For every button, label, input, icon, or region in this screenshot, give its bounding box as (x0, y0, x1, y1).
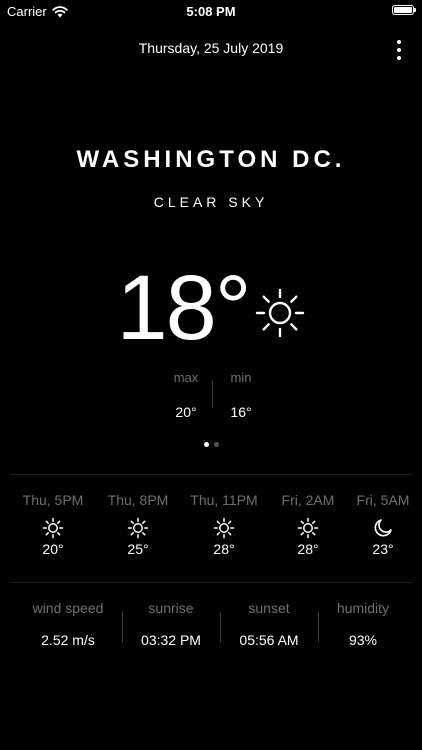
forecast-time: Thu, 5PM (22, 492, 84, 508)
current-temperature: 18° (116, 257, 251, 359)
forecast-temp: 28° (213, 541, 235, 557)
detail-item: sunset 05:56 AM (219, 600, 319, 648)
detail-divider (318, 612, 319, 642)
detail-item: wind speed 2.52 m/s (18, 600, 118, 648)
sun-icon (213, 517, 235, 539)
city-name: WASHINGTON DC. (76, 146, 346, 173)
detail-value: 05:56 AM (239, 632, 299, 648)
min-label: min (230, 370, 252, 385)
detail-label: humidity (336, 600, 390, 616)
status-right (392, 5, 416, 15)
detail-label: sunrise (148, 600, 194, 616)
moon-icon (374, 519, 392, 537)
detail-value: 2.52 m/s (41, 632, 95, 648)
detail-item: humidity 93% (313, 600, 413, 648)
detail-item: sunrise 03:32 PM (121, 600, 221, 648)
sun-icon (42, 517, 64, 539)
forecast-temp: 23° (372, 541, 394, 557)
forecast-time: Thu, 8PM (107, 492, 169, 508)
weather-details: wind speed 2.52 m/s sunrise 03:32 PM sunset 0… (0, 600, 422, 660)
hourly-forecast[interactable]: Thu, 5PM 20° Thu, 8PM 25° Thu, 11PM 28° Fri, 2… (0, 492, 422, 572)
page-indicator[interactable] (0, 442, 422, 447)
forecast-item[interactable]: Fri, 5AM 23° (338, 492, 422, 557)
max-value: 20° (175, 404, 197, 420)
divider-bottom (10, 582, 412, 583)
forecast-temp: 25° (127, 541, 149, 557)
more-vertical-icon-dot (397, 56, 401, 60)
min-max-divider (212, 380, 213, 408)
forecast-item[interactable]: Thu, 11PM 28° (179, 492, 269, 557)
sun-icon (255, 288, 304, 338)
battery-icon (392, 5, 416, 15)
min-max-panel: max 20° min 16° (166, 368, 258, 428)
page-dot[interactable] (203, 442, 209, 447)
detail-value: 03:32 PM (141, 632, 201, 648)
forecast-time: Thu, 11PM (190, 492, 258, 508)
forecast-time: Fri, 5AM (356, 492, 410, 508)
sun-icon (127, 517, 149, 539)
detail-divider (220, 612, 221, 642)
max-label: max (173, 370, 199, 385)
detail-value: 93% (348, 632, 378, 648)
forecast-item[interactable]: Thu, 5PM 20° (8, 492, 98, 557)
more-options-button[interactable] (394, 40, 404, 60)
forecast-item[interactable]: Thu, 8PM 25° (93, 492, 183, 557)
forecast-temp: 20° (42, 541, 64, 557)
current-temperature-row: 18° (0, 258, 422, 358)
divider-top (10, 474, 412, 475)
detail-divider (122, 612, 123, 642)
min-temperature: min 16° (221, 368, 261, 420)
max-temperature: max 20° (166, 368, 206, 420)
min-value: 16° (230, 404, 252, 420)
weather-condition: CLEAR SKY (153, 194, 269, 210)
status-bar: Carrier 5:08 PM (0, 0, 422, 22)
page-dot[interactable] (213, 442, 219, 447)
battery-level (394, 7, 412, 13)
more-vertical-icon-dot (397, 48, 401, 52)
sun-icon (297, 517, 319, 539)
status-time: 5:08 PM (186, 4, 236, 19)
detail-label: sunset (248, 600, 290, 616)
detail-label: wind speed (32, 600, 104, 616)
current-date: Thursday, 25 July 2019 (138, 40, 284, 56)
more-vertical-icon (397, 40, 401, 44)
